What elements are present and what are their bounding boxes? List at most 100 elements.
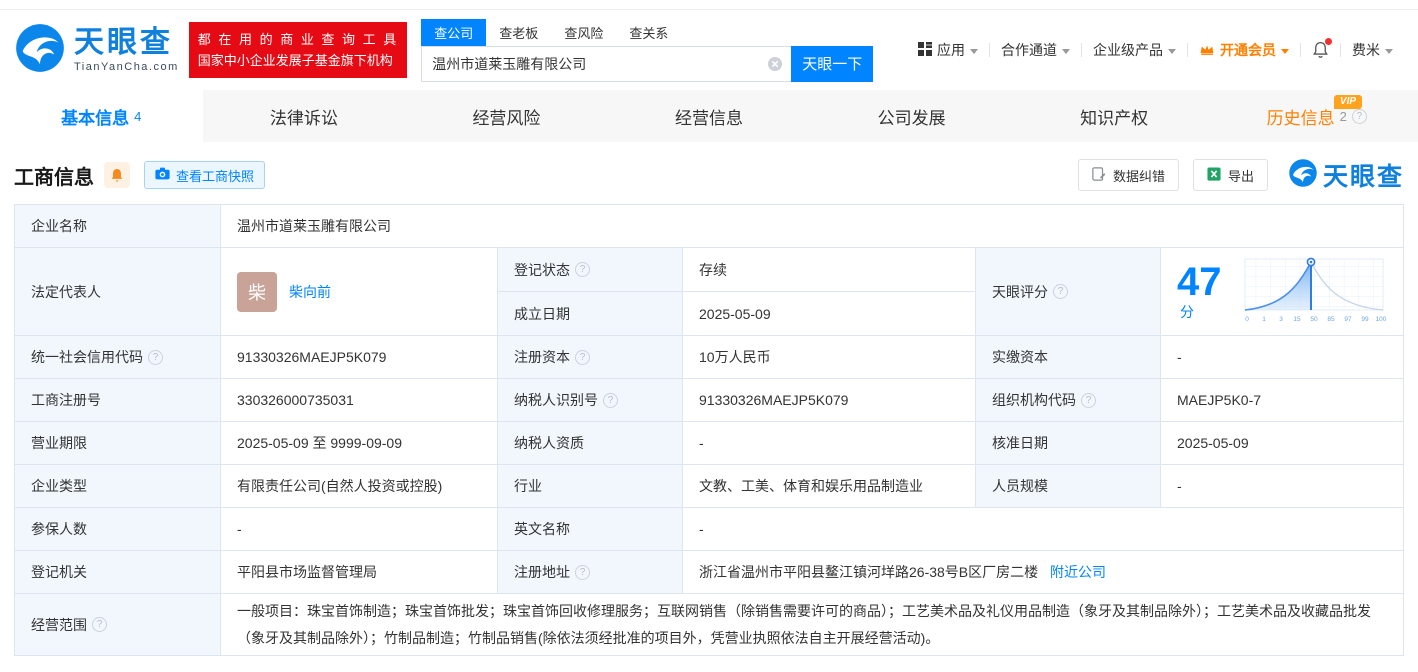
- nav-user[interactable]: 费米: [1341, 40, 1404, 60]
- field-value-industry: 文教、工美、体育和娱乐用品制造业: [683, 465, 976, 508]
- tab-basic-count: 4: [134, 109, 141, 124]
- help-icon[interactable]: ?: [575, 262, 590, 277]
- search-tab-relation[interactable]: 查关系: [616, 19, 681, 46]
- search-input[interactable]: [421, 46, 791, 82]
- nav-open-vip-label: 开通会员: [1220, 40, 1276, 60]
- field-value-company-name: 温州市道莱玉雕有限公司: [221, 205, 1404, 248]
- tab-risk[interactable]: 经营风险: [405, 90, 608, 142]
- field-value-taxpayer-quality: -: [683, 422, 976, 465]
- svg-text:0: 0: [1245, 316, 1249, 323]
- field-value-credit-code: 91330326MAEJP5K079: [221, 336, 498, 379]
- table-row: 登记机关 平阳县市场监督管理局 注册地址 ? 浙江省温州市平阳县鳌江镇河垟路26…: [15, 551, 1404, 594]
- help-icon[interactable]: ?: [1053, 284, 1068, 299]
- field-label-approval-date: 核准日期: [976, 422, 1161, 465]
- field-value-reg-capital: 10万人民币: [683, 336, 976, 379]
- field-label-org-code: 组织机构代码 ?: [976, 379, 1161, 422]
- snapshot-button[interactable]: 查看工商快照: [144, 161, 265, 189]
- legal-rep-link[interactable]: 柴向前: [289, 282, 331, 302]
- table-row: 法定代表人 柴 柴向前 登记状态 ? 存续 天眼评分 ? 47分: [15, 248, 1404, 292]
- nearby-companies-link[interactable]: 附近公司: [1050, 564, 1106, 580]
- help-icon[interactable]: ?: [575, 350, 590, 365]
- business-info-table: 企业名称 温州市道莱玉雕有限公司 法定代表人 柴 柴向前 登记状态 ? 存续 天…: [14, 204, 1404, 656]
- field-value-taxpayer-id: 91330326MAEJP5K079: [683, 379, 976, 422]
- tab-basic-info[interactable]: 基本信息 4: [0, 90, 203, 142]
- field-label-reg-number: 工商注册号: [15, 379, 221, 422]
- help-icon[interactable]: ?: [1352, 109, 1367, 124]
- nav-partner-label: 合作通道: [1001, 40, 1057, 60]
- field-value-reg-authority: 平阳县市场监督管理局: [221, 551, 498, 594]
- help-icon[interactable]: ?: [1081, 393, 1096, 408]
- search-tab-company[interactable]: 查公司: [421, 19, 486, 46]
- tab-ip-label: 知识产权: [1080, 104, 1148, 129]
- nav-partner[interactable]: 合作通道: [990, 40, 1081, 60]
- brand-domain: TianYanCha.com: [74, 62, 179, 73]
- section-title: 工商信息: [14, 161, 94, 190]
- search-tab-boss[interactable]: 查老板: [486, 19, 551, 46]
- avatar[interactable]: 柴: [237, 272, 277, 312]
- help-icon[interactable]: ?: [92, 617, 107, 632]
- field-label-legal-rep: 法定代表人: [15, 248, 221, 336]
- svg-text:15: 15: [1293, 316, 1301, 323]
- snapshot-button-label: 查看工商快照: [176, 166, 254, 185]
- field-label-est-date: 成立日期: [498, 292, 683, 336]
- help-icon[interactable]: ?: [575, 565, 590, 580]
- tab-operation[interactable]: 经营信息: [608, 90, 811, 142]
- nav-apps[interactable]: 应用: [907, 40, 989, 60]
- export-button[interactable]: 导出: [1193, 159, 1268, 191]
- field-value-score: 47分: [1161, 248, 1404, 336]
- tab-basic-label: 基本信息: [61, 104, 129, 129]
- help-icon[interactable]: ?: [148, 350, 163, 365]
- search-tab-risk[interactable]: 查风险: [551, 19, 616, 46]
- field-value-reg-status: 存续: [683, 248, 976, 292]
- nav-notifications[interactable]: [1301, 41, 1340, 59]
- slogan-line1: 都 在 用 的 商 业 查 询 工 具: [198, 29, 399, 50]
- chevron-down-icon: [1281, 49, 1289, 54]
- field-value-business-term: 2025-05-09 至 9999-09-09: [221, 422, 498, 465]
- field-value-reg-number: 330326000735031: [221, 379, 498, 422]
- field-label-reg-capital: 注册资本 ?: [498, 336, 683, 379]
- brand-name: 天眼查: [74, 28, 179, 58]
- field-label-company-name: 企业名称: [15, 205, 221, 248]
- search-button[interactable]: 天眼一下: [791, 46, 873, 82]
- tab-legal[interactable]: 法律诉讼: [203, 90, 406, 142]
- watermark-text: 天眼查: [1323, 157, 1404, 193]
- detail-tabbar: 基本信息 4 法律诉讼 经营风险 经营信息 公司发展 知识产权 VIP 历史信息…: [0, 90, 1418, 142]
- camera-icon: [155, 167, 170, 183]
- tab-development-label: 公司发展: [878, 104, 946, 129]
- watermark-logo: 天眼查: [1288, 157, 1404, 193]
- apps-grid-icon: [918, 42, 932, 59]
- export-label: 导出: [1228, 166, 1254, 185]
- field-value-staff-size: -: [1161, 465, 1404, 508]
- nav-enterprise-label: 企业级产品: [1093, 40, 1163, 60]
- table-row: 工商注册号 330326000735031 纳税人识别号 ? 91330326M…: [15, 379, 1404, 422]
- excel-icon: [1207, 167, 1221, 184]
- field-value-english-name: -: [683, 508, 1404, 551]
- clear-icon[interactable]: [767, 56, 783, 72]
- tianyancha-swirl-icon: [14, 22, 66, 79]
- tab-ip[interactable]: 知识产权: [1013, 90, 1216, 142]
- nav-enterprise[interactable]: 企业级产品: [1082, 40, 1187, 60]
- tab-history[interactable]: VIP 历史信息 2 ?: [1215, 90, 1418, 142]
- subscribe-bell-button[interactable]: [104, 162, 130, 188]
- tab-history-label: 历史信息: [1267, 104, 1335, 129]
- field-label-business-term: 营业期限: [15, 422, 221, 465]
- table-row: 参保人数 - 英文名称 -: [15, 508, 1404, 551]
- field-label-reg-address: 注册地址 ?: [498, 551, 683, 594]
- field-label-paid-capital: 实缴资本: [976, 336, 1161, 379]
- notification-bell-icon: [1312, 41, 1329, 59]
- field-label-score: 天眼评分 ?: [976, 248, 1161, 336]
- field-value-org-code: MAEJP5K0-7: [1161, 379, 1404, 422]
- field-value-legal-rep: 柴 柴向前: [221, 248, 498, 336]
- svg-text:100: 100: [1376, 316, 1387, 323]
- nav-open-vip[interactable]: 开通会员: [1188, 40, 1300, 60]
- data-correction-button[interactable]: 数据纠错: [1078, 159, 1179, 191]
- field-value-company-type: 有限责任公司(自然人投资或控股): [221, 465, 498, 508]
- chevron-down-icon: [970, 49, 978, 54]
- site-logo[interactable]: 天眼查 TianYanCha.com: [14, 22, 179, 79]
- slogan-line2: 国家中小企业发展子基金旗下机构: [198, 50, 399, 71]
- search-tabs: 查公司 查老板 查风险 查关系: [421, 19, 873, 46]
- help-icon[interactable]: ?: [603, 393, 618, 408]
- correction-doc-icon: [1092, 167, 1106, 184]
- field-label-taxpayer-id: 纳税人识别号 ?: [498, 379, 683, 422]
- tab-development[interactable]: 公司发展: [810, 90, 1013, 142]
